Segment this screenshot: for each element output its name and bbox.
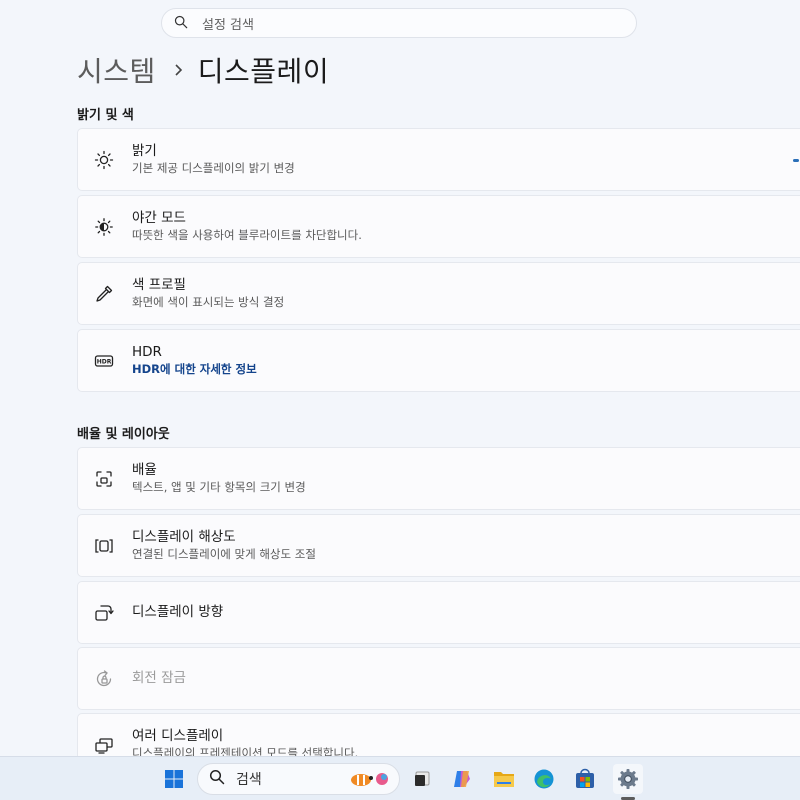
card-orientation[interactable]: 디스플레이 방향 bbox=[77, 581, 800, 644]
card-hdr[interactable]: HDR HDR HDR에 대한 자세한 정보 bbox=[77, 329, 800, 392]
start-icon[interactable] bbox=[159, 764, 189, 794]
card-subtitle: 따뜻한 색을 사용하여 블루라이트를 차단합니다. bbox=[132, 228, 362, 242]
rotation-lock-icon bbox=[93, 668, 115, 690]
edge-icon[interactable] bbox=[529, 764, 559, 794]
taskbar-search-label: 검색 bbox=[236, 772, 262, 788]
search-placeholder: 설정 검색 bbox=[202, 17, 254, 33]
taskbar: 검색 bbox=[0, 756, 800, 800]
breadcrumb-parent[interactable]: 시스템 bbox=[77, 50, 156, 90]
card-title: 야간 모드 bbox=[132, 210, 186, 226]
hdr-info-link[interactable]: HDR에 대한 자세한 정보 bbox=[132, 361, 257, 377]
card-subtitle: 텍스트, 앱 및 기타 항목의 크기 변경 bbox=[132, 480, 306, 494]
settings-search-box[interactable]: 설정 검색 bbox=[161, 8, 637, 38]
section-title-scale-layout: 배율 및 레이아웃 bbox=[77, 427, 170, 442]
task-view-icon[interactable] bbox=[407, 764, 437, 794]
card-resolution[interactable]: 디스플레이 해상도 연결된 디스플레이에 맞게 해상도 조절 bbox=[77, 514, 800, 577]
hdr-icon: HDR bbox=[93, 350, 115, 372]
brightness-icon bbox=[93, 149, 115, 171]
page-title: 디스플레이 bbox=[197, 55, 330, 88]
chevron-right-icon bbox=[174, 63, 184, 77]
svg-text:HDR: HDR bbox=[97, 358, 112, 365]
search-icon bbox=[209, 769, 225, 789]
brightness-slider[interactable] bbox=[793, 159, 799, 162]
card-scale[interactable]: 배율 텍스트, 앱 및 기타 항목의 크기 변경 bbox=[77, 447, 800, 510]
card-title: 밝기 bbox=[132, 143, 157, 159]
card-subtitle: 화면에 색이 표시되는 방식 결정 bbox=[132, 295, 285, 309]
multiple-displays-icon bbox=[93, 734, 115, 756]
card-rotation-lock: 회전 잠금 bbox=[77, 647, 800, 710]
section-title-brightness-color: 밝기 및 색 bbox=[77, 108, 134, 123]
settings-icon[interactable] bbox=[613, 764, 643, 794]
store-icon[interactable] bbox=[570, 764, 600, 794]
card-title: HDR bbox=[132, 344, 162, 360]
orientation-icon bbox=[93, 602, 115, 624]
card-night-mode[interactable]: 야간 모드 따뜻한 색을 사용하여 블루라이트를 차단합니다. bbox=[77, 195, 800, 258]
card-title: 회전 잠금 bbox=[132, 670, 186, 686]
breadcrumb: 시스템 디스플레이 bbox=[77, 50, 329, 90]
taskbar-search[interactable]: 검색 bbox=[197, 763, 400, 795]
card-title: 배율 bbox=[132, 462, 157, 478]
scale-icon bbox=[93, 468, 115, 490]
card-subtitle: 기본 제공 디스플레이의 밝기 변경 bbox=[132, 161, 295, 175]
card-title: 여러 디스플레이 bbox=[132, 728, 224, 744]
card-brightness[interactable]: 밝기 기본 제공 디스플레이의 밝기 변경 bbox=[77, 128, 800, 191]
card-title: 디스플레이 방향 bbox=[132, 604, 224, 620]
file-explorer-icon[interactable] bbox=[489, 764, 519, 794]
search-icon bbox=[174, 14, 188, 33]
search-highlight-icon bbox=[347, 769, 391, 793]
copilot-icon[interactable] bbox=[447, 764, 477, 794]
card-color-profile[interactable]: 색 프로필 화면에 색이 표시되는 방식 결정 bbox=[77, 262, 800, 325]
card-title: 색 프로필 bbox=[132, 277, 186, 293]
card-title: 디스플레이 해상도 bbox=[132, 529, 236, 545]
eyedropper-icon bbox=[93, 283, 115, 305]
card-subtitle: 연결된 디스플레이에 맞게 해상도 조절 bbox=[132, 547, 316, 561]
resolution-icon bbox=[93, 535, 115, 557]
night-light-icon bbox=[93, 216, 115, 238]
